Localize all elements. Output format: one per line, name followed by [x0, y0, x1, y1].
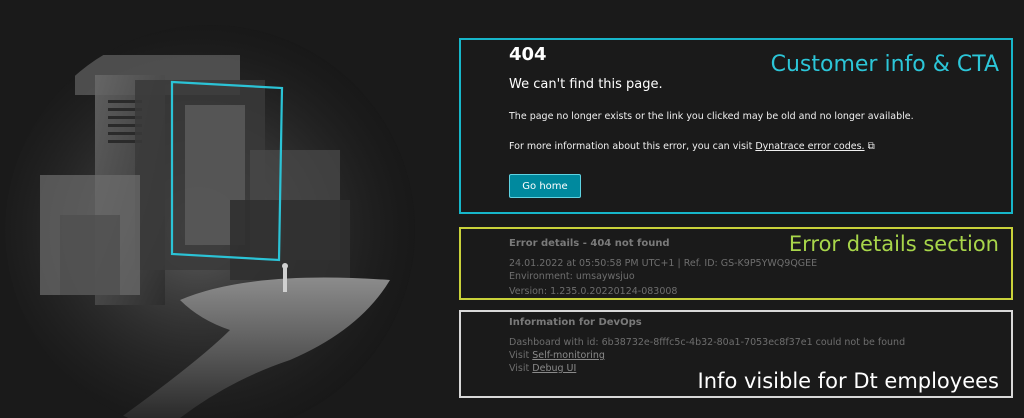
go-home-button[interactable]: Go home [509, 174, 581, 198]
visit-prefix: Visit [509, 350, 530, 361]
error-codes-link[interactable]: Dynatrace error codes. [755, 141, 864, 152]
customer-info-panel: 404 We can't find this page. The page no… [459, 38, 1013, 214]
debug-ui-line: Visit Debug UI [509, 363, 576, 374]
annotation-error-details: Error details section [788, 232, 999, 256]
error-environment: Environment: umsaywsjuo [509, 271, 635, 282]
debug-ui-link[interactable]: Debug UI [532, 363, 576, 374]
error-message: The page no longer exists or the link yo… [509, 111, 914, 122]
external-link-icon: ⧉ [867, 141, 875, 152]
self-monitoring-line: Visit Self-monitoring [509, 350, 605, 361]
error-details-title: Error details - 404 not found [509, 238, 670, 249]
dashboard-not-found: Dashboard with id: 6b38732e-8fffc5c-4b32… [509, 337, 906, 348]
error-heading: We can't find this page. [509, 77, 663, 92]
visit-prefix: Visit [509, 363, 530, 374]
devops-panel: Information for DevOps Dashboard with id… [459, 310, 1013, 398]
error-details-panel: Error details - 404 not found 24.01.2022… [459, 227, 1013, 300]
illustration [5, 25, 415, 418]
more-info-text: For more information about this error, y… [509, 141, 875, 152]
devops-title: Information for DevOps [509, 317, 642, 328]
more-info-prefix: For more information about this error, y… [509, 141, 753, 152]
annotation-devops: Info visible for Dt employees [697, 369, 999, 393]
error-version: Version: 1.235.0.20220124-083008 [509, 286, 678, 297]
error-timestamp: 24.01.2022 at 05:50:58 PM UTC+1 | Ref. I… [509, 258, 818, 269]
self-monitoring-link[interactable]: Self-monitoring [532, 350, 605, 361]
annotation-customer-info: Customer info & CTA [770, 52, 999, 77]
error-code: 404 [509, 44, 547, 65]
